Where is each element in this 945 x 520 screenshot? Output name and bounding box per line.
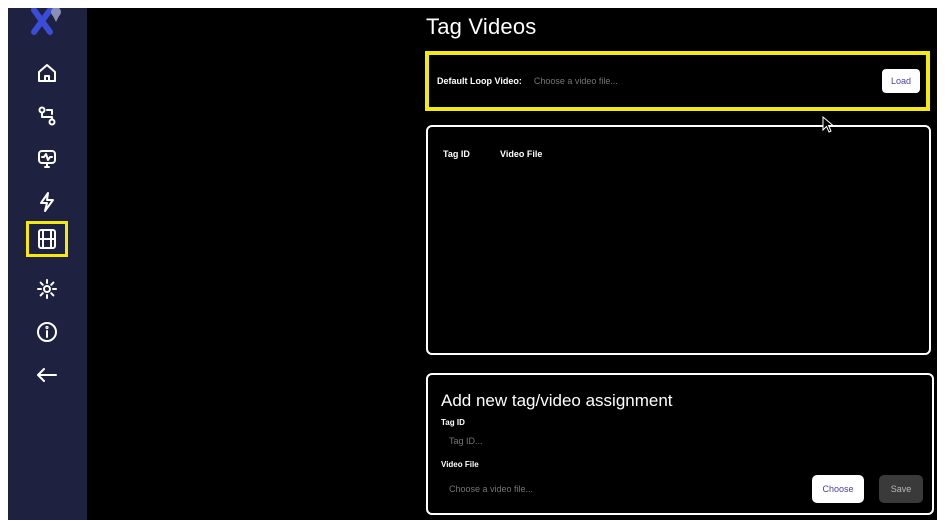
nav-home[interactable] [26,55,68,91]
nav-settings[interactable] [26,271,68,307]
nav-videos[interactable] [26,221,68,257]
add-assignment-panel: Add new tag/video assignment Tag ID Vide… [426,373,934,515]
logo-icon [30,7,64,40]
info-icon [37,322,57,342]
nav-back[interactable] [26,357,68,393]
film-icon [38,229,56,249]
lightning-icon [40,192,54,212]
add-assignment-title: Add new tag/video assignment [441,391,673,410]
nav-routes[interactable] [26,98,68,134]
page-title: Tag Videos [426,14,537,39]
video-file-input[interactable] [447,483,751,495]
loop-video-file-input[interactable] [531,75,882,87]
window-frame-right [937,0,945,520]
arrow-left-icon [37,368,57,382]
choose-button[interactable]: Choose [812,475,864,503]
mouse-cursor-icon [822,116,835,133]
route-icon [38,106,56,126]
home-icon [38,64,56,82]
tag-id-input[interactable] [447,435,751,447]
nav-monitor[interactable] [26,141,68,177]
gear-icon [37,279,57,299]
monitor-icon [38,150,56,168]
video-file-label: Video File [441,460,479,469]
column-header-video-file: Video File [500,149,543,159]
load-button[interactable]: Load [882,69,920,93]
save-button[interactable]: Save [879,475,923,503]
window-frame-top [0,0,945,8]
loop-video-label: Default Loop Video: [437,76,522,86]
default-loop-video-bar: Default Loop Video: Load [425,51,930,111]
tag-id-label: Tag ID [441,418,465,427]
sidebar [8,7,87,520]
window-frame-left [0,0,8,520]
column-header-tag-id: Tag ID [443,149,470,159]
nav-info[interactable] [26,314,68,350]
tag-video-table: Tag ID Video File [426,125,931,355]
nav-power[interactable] [26,184,68,220]
